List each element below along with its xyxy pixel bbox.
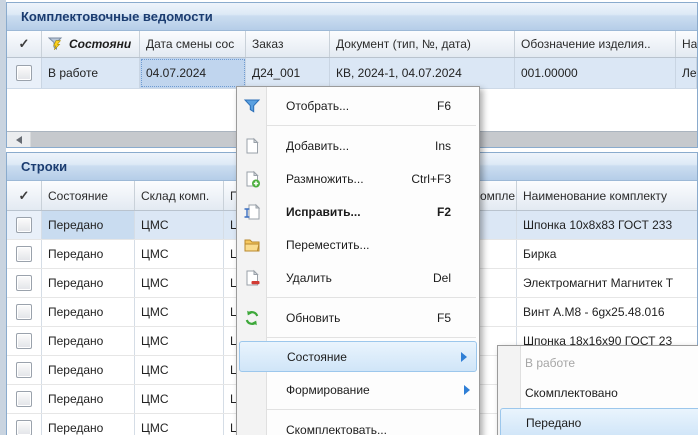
menu-item-delete[interactable]: Удалить Del [237, 261, 479, 294]
row-check-cell[interactable] [7, 385, 42, 413]
arrow-left-icon [16, 136, 22, 144]
row-state-cell[interactable]: Передано [42, 356, 135, 384]
column-header-check[interactable]: ✓ [7, 181, 42, 210]
scroll-left-button[interactable] [7, 132, 31, 147]
row-warehouse-cell[interactable]: ЦМС [135, 327, 224, 355]
checkbox[interactable] [16, 391, 32, 407]
filter-icon [240, 97, 264, 115]
row-order-cell[interactable]: Д24_001 [246, 58, 330, 88]
submenu-arrow-icon [461, 352, 467, 362]
add-document-icon [240, 137, 264, 155]
row-state-cell[interactable]: Передано [42, 269, 135, 297]
column-header-state[interactable]: Состояние [42, 181, 135, 210]
checkbox[interactable] [16, 246, 32, 262]
filter-lightning-icon [48, 37, 64, 51]
menu-item-state[interactable]: Состояние [239, 341, 477, 372]
row-check-cell[interactable] [7, 327, 42, 355]
row-date-cell-focused[interactable]: 04.07.2024 [140, 58, 246, 88]
checkbox[interactable] [16, 217, 32, 233]
state-submenu: В работе Скомплектовано Передано [497, 345, 698, 435]
row-check-cell[interactable] [7, 240, 42, 268]
edit-document-icon [240, 203, 264, 221]
menu-item-complete[interactable]: Скомплектовать... [237, 413, 479, 435]
row-state-cell[interactable]: Передано [42, 211, 135, 239]
column-header-date[interactable]: Дата смены сос [140, 31, 246, 57]
checkbox[interactable] [16, 65, 32, 81]
row-state-cell[interactable]: Передано [42, 385, 135, 413]
vedomosti-selected-row[interactable]: В работе 04.07.2024 Д24_001 КВ, 2024-1, … [7, 58, 697, 89]
row-state-cell[interactable]: В работе [42, 58, 140, 88]
column-header-order[interactable]: Заказ [246, 31, 330, 57]
menu-item-refresh[interactable]: Обновить F5 [237, 301, 479, 334]
column-header-product[interactable]: Обозначение изделия.. [515, 31, 676, 57]
checkbox[interactable] [16, 333, 32, 349]
row-warehouse-cell[interactable]: ЦМС [135, 298, 224, 326]
row-name-cell[interactable]: Электромагнит Магнитек Т [517, 269, 697, 297]
column-header-document[interactable]: Документ (тип, №, дата) [330, 31, 515, 57]
column-header-name[interactable]: Наименование комплекту [517, 181, 697, 210]
row-check-cell[interactable] [7, 58, 42, 88]
context-menu: Отобрать... F6 Добавить... Ins Размножит… [236, 86, 480, 435]
row-warehouse-cell[interactable]: ЦМС [135, 240, 224, 268]
menu-separator [267, 409, 476, 410]
menu-item-edit[interactable]: Исправить... F2 [237, 195, 479, 228]
row-warehouse-cell[interactable]: ЦМС [135, 356, 224, 384]
row-state-cell[interactable]: Передано [42, 327, 135, 355]
menu-separator [267, 337, 476, 338]
column-header-warehouse[interactable]: Склад комп. [135, 181, 224, 210]
row-warehouse-cell[interactable]: ЦМС [135, 211, 224, 239]
row-state-cell[interactable]: Передано [42, 414, 135, 435]
row-warehouse-cell[interactable]: ЦМС [135, 414, 224, 435]
column-header-state-label: Состояни [69, 37, 131, 51]
vedomosti-header-row: ✓ Состояни Дата смены сос Заказ Документ… [7, 31, 697, 58]
move-folder-icon [240, 236, 264, 254]
row-check-cell[interactable] [7, 269, 42, 297]
menu-item-filter[interactable]: Отобрать... F6 [237, 89, 479, 122]
checkbox[interactable] [16, 362, 32, 378]
column-header-check[interactable]: ✓ [7, 31, 42, 57]
column-header-state[interactable]: Состояни [42, 31, 140, 57]
check-icon: ✓ [19, 36, 30, 52]
menu-separator [267, 297, 476, 298]
delete-document-icon [240, 269, 264, 287]
row-state-cell[interactable]: Передано [42, 240, 135, 268]
duplicate-document-icon [240, 170, 264, 188]
menu-item-duplicate[interactable]: Размножить... Ctrl+F3 [237, 162, 479, 195]
checkbox[interactable] [16, 420, 32, 435]
menu-item-add[interactable]: Добавить... Ins [237, 129, 479, 162]
row-warehouse-cell[interactable]: ЦМС [135, 269, 224, 297]
menu-separator [267, 125, 476, 126]
submenu-item-in-work: В работе [498, 348, 698, 378]
row-product-cell[interactable]: 001.00000 [515, 58, 676, 88]
check-icon: ✓ [19, 188, 30, 204]
row-name-cell[interactable]: Винт А.М8 - 6gх25.48.016 [517, 298, 697, 326]
panel-vedomosti-title: Комплектовочные ведомости [7, 3, 697, 31]
row-state-cell[interactable]: Передано [42, 298, 135, 326]
submenu-arrow-icon [464, 385, 470, 395]
row-check-cell[interactable] [7, 356, 42, 384]
row-name-cell[interactable]: Шпонка 10х8х83 ГОСТ 233 [517, 211, 697, 239]
row-check-cell[interactable] [7, 298, 42, 326]
menu-item-move[interactable]: Переместить... [237, 228, 479, 261]
submenu-item-completed[interactable]: Скомплектовано [498, 378, 698, 408]
row-name-cell[interactable]: Ле [676, 58, 697, 88]
row-check-cell[interactable] [7, 414, 42, 435]
app-window: Комплектовочные ведомости ✓ Состояни Дат… [0, 0, 698, 435]
row-check-cell[interactable] [7, 211, 42, 239]
refresh-icon [240, 309, 264, 327]
submenu-item-transferred[interactable]: Передано [500, 408, 698, 435]
menu-item-formation[interactable]: Формирование [237, 373, 479, 406]
row-name-cell[interactable]: Бирка [517, 240, 697, 268]
checkbox[interactable] [16, 275, 32, 291]
checkbox[interactable] [16, 304, 32, 320]
row-document-cell[interactable]: КВ, 2024-1, 04.07.2024 [330, 58, 515, 88]
column-header-name[interactable]: На [676, 31, 697, 57]
row-warehouse-cell[interactable]: ЦМС [135, 385, 224, 413]
